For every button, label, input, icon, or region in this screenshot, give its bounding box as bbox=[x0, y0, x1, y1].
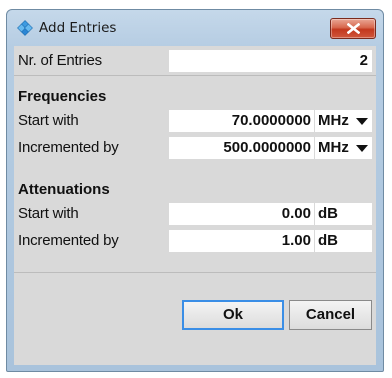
attenuation-increment-unit: dB bbox=[318, 232, 338, 249]
attenuation-increment-label: Incremented by bbox=[18, 232, 119, 249]
chevron-down-icon bbox=[356, 145, 368, 152]
dialog-title: Add Entries bbox=[39, 20, 117, 36]
nr-of-entries-field[interactable]: 2 bbox=[169, 50, 372, 72]
attenuation-start-field[interactable]: 0.00 bbox=[169, 203, 314, 225]
attenuation-start-unit-field: dB bbox=[315, 203, 372, 225]
title-bar[interactable]: Add Entries bbox=[7, 10, 383, 46]
attenuation-increment-unit-field: dB bbox=[315, 230, 372, 252]
attenuation-start-row: Start with 0.00 dB bbox=[14, 202, 376, 226]
frequency-increment-row: Incremented by 500.0000000 MHz bbox=[14, 136, 376, 160]
frequency-start-unit: MHz bbox=[318, 112, 349, 129]
close-icon bbox=[347, 23, 360, 34]
attenuation-increment-value: 1.00 bbox=[281, 232, 311, 249]
add-entries-icon bbox=[17, 20, 33, 36]
dialog-content: Nr. of Entries 2 Frequencies Start with … bbox=[14, 46, 376, 365]
cancel-button[interactable]: Cancel bbox=[289, 300, 372, 330]
frequencies-heading: Frequencies bbox=[18, 88, 107, 105]
divider bbox=[14, 272, 376, 273]
attenuations-heading: Attenuations bbox=[18, 181, 110, 198]
attenuation-start-value: 0.00 bbox=[281, 205, 311, 222]
frequency-start-label: Start with bbox=[18, 112, 79, 129]
frequency-increment-unit-select[interactable]: MHz bbox=[315, 137, 372, 159]
attenuation-start-label: Start with bbox=[18, 205, 79, 222]
frequency-increment-label: Incremented by bbox=[18, 139, 119, 156]
close-button[interactable] bbox=[330, 18, 376, 39]
frequency-increment-value: 500.0000000 bbox=[223, 139, 311, 156]
nr-of-entries-value: 2 bbox=[359, 52, 368, 69]
frequency-increment-unit: MHz bbox=[318, 139, 349, 156]
frequency-increment-field[interactable]: 500.0000000 bbox=[169, 137, 314, 159]
attenuation-increment-field[interactable]: 1.00 bbox=[169, 230, 314, 252]
add-entries-dialog: Add Entries Nr. of Entries 2 Frequencies… bbox=[6, 9, 384, 372]
frequency-start-field[interactable]: 70.0000000 bbox=[169, 110, 314, 132]
divider bbox=[14, 75, 376, 76]
nr-of-entries-label: Nr. of Entries bbox=[18, 52, 102, 69]
attenuation-start-unit: dB bbox=[318, 205, 338, 222]
chevron-down-icon bbox=[356, 118, 368, 125]
frequency-start-unit-select[interactable]: MHz bbox=[315, 110, 372, 132]
frequency-start-value: 70.0000000 bbox=[231, 112, 311, 129]
nr-of-entries-row: Nr. of Entries 2 bbox=[14, 49, 376, 73]
frequency-start-row: Start with 70.0000000 MHz bbox=[14, 109, 376, 133]
attenuation-increment-row: Incremented by 1.00 dB bbox=[14, 229, 376, 253]
ok-button[interactable]: Ok bbox=[182, 300, 284, 330]
